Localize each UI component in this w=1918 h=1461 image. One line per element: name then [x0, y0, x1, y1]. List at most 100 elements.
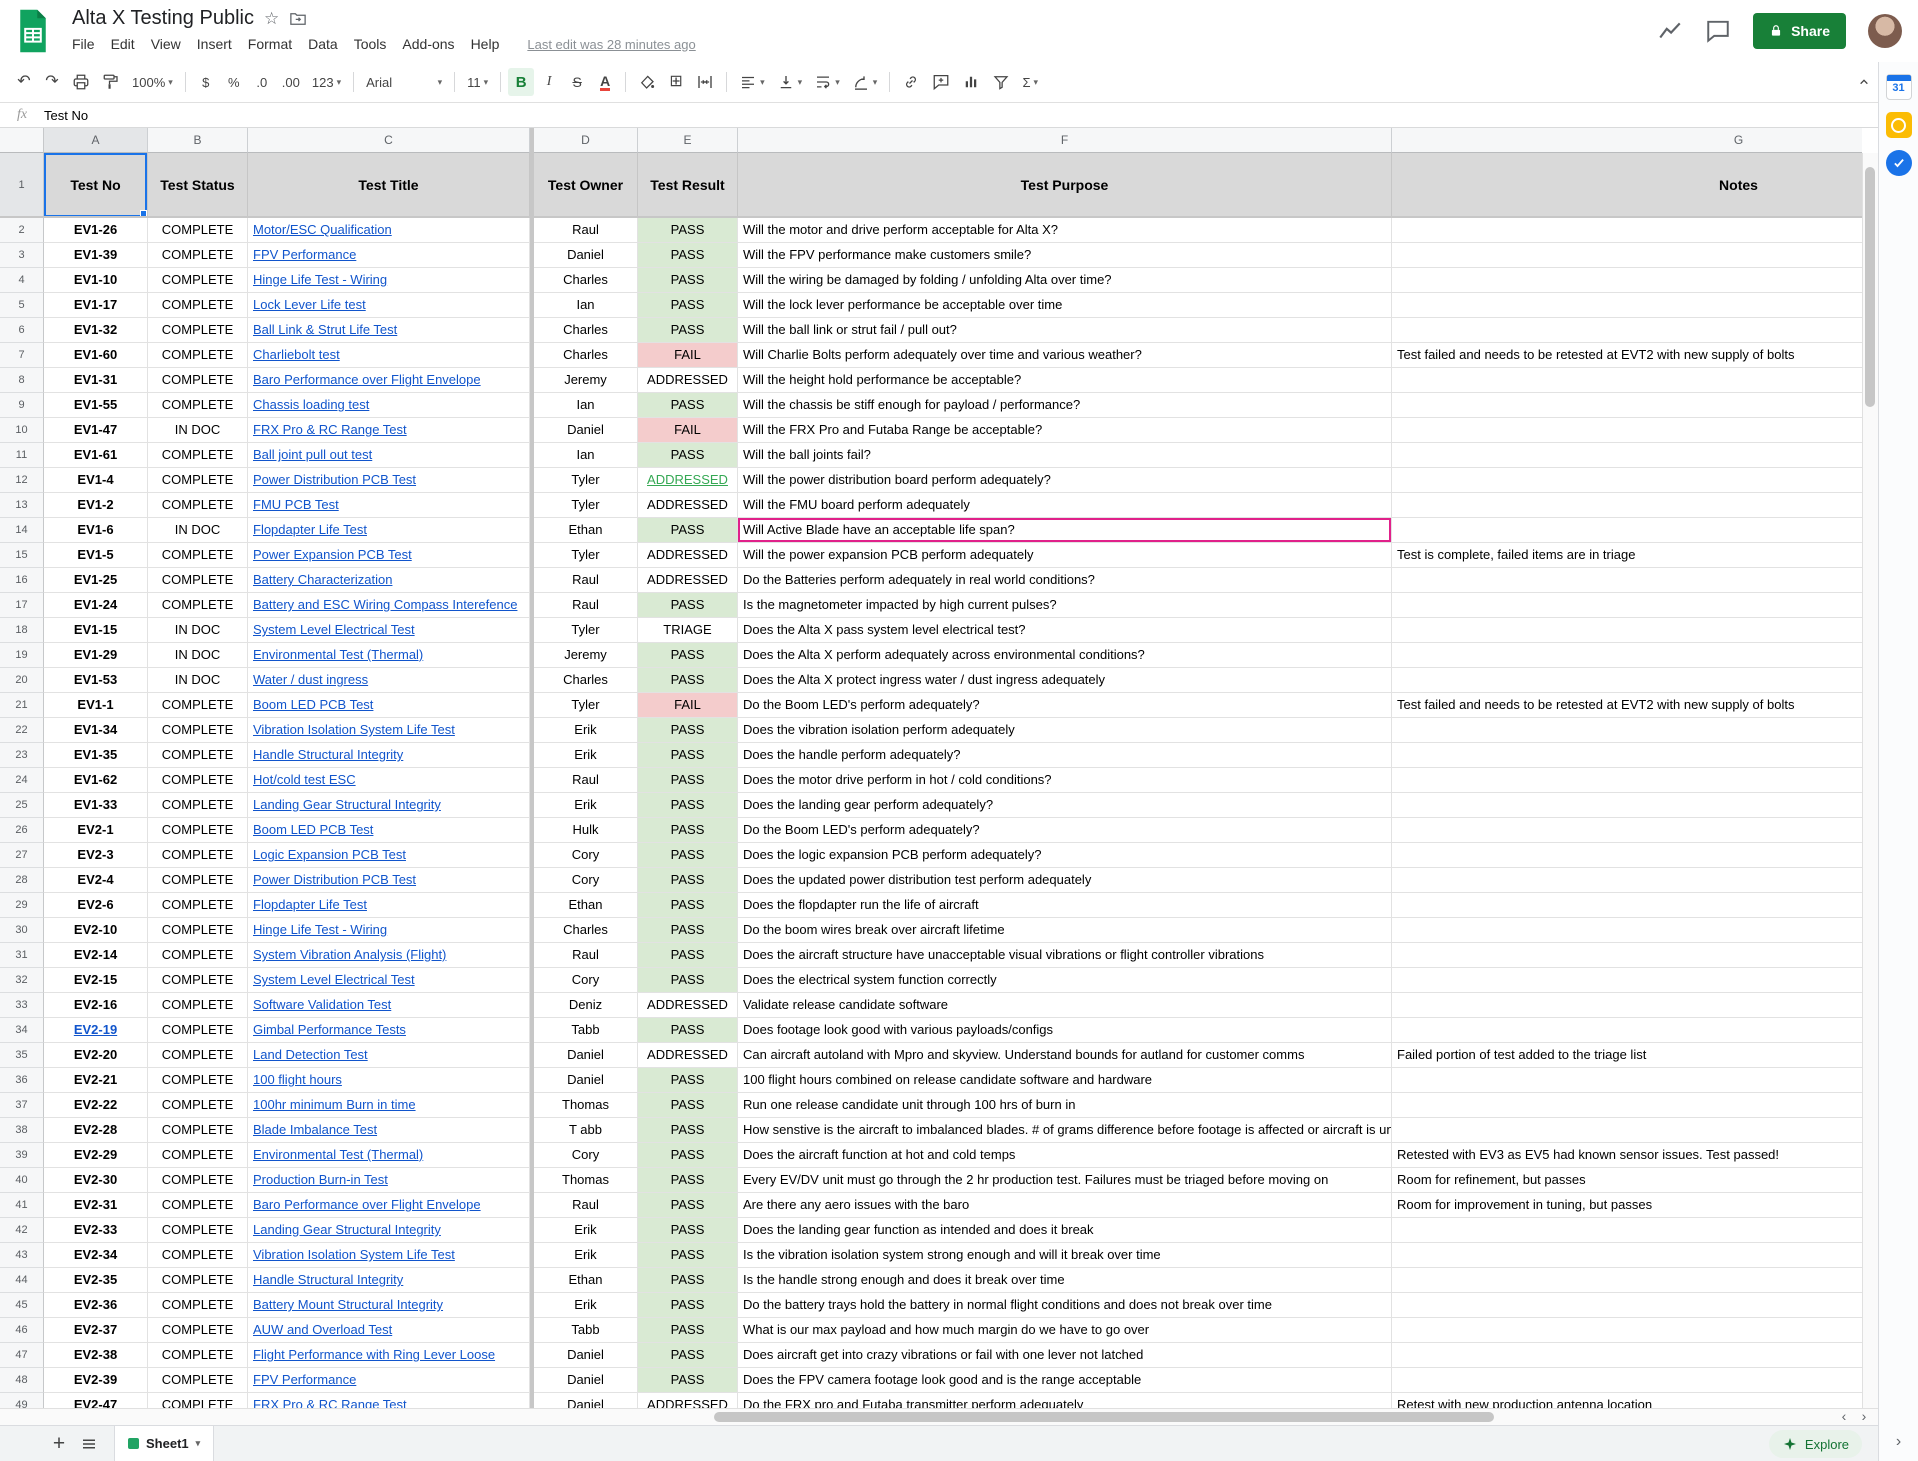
- vertical-scrollbar-thumb[interactable]: [1865, 167, 1875, 407]
- cell-A31[interactable]: EV2-14: [44, 943, 148, 968]
- cell-C31[interactable]: System Vibration Analysis (Flight): [248, 943, 530, 968]
- row-header-37[interactable]: 37: [0, 1093, 44, 1118]
- cell-D38[interactable]: T abb: [534, 1118, 638, 1143]
- cell-E23[interactable]: PASS: [638, 743, 738, 768]
- sheet-tab-sheet1[interactable]: Sheet1 ▾: [114, 1426, 214, 1461]
- comments-icon[interactable]: [1705, 18, 1731, 44]
- test-title-link[interactable]: 100 flight hours: [253, 1072, 342, 1087]
- cell-D34[interactable]: Tabb: [534, 1018, 638, 1043]
- cell-A16[interactable]: EV1-25: [44, 568, 148, 593]
- cell-E24[interactable]: PASS: [638, 768, 738, 793]
- cell-C39[interactable]: Environmental Test (Thermal): [248, 1143, 530, 1168]
- cell-B16[interactable]: COMPLETE: [148, 568, 248, 593]
- test-title-link[interactable]: Vibration Isolation System Life Test: [253, 1247, 455, 1262]
- cell-F43[interactable]: Is the vibration isolation system strong…: [738, 1243, 1392, 1268]
- test-title-link[interactable]: Hot/cold test ESC: [253, 772, 356, 787]
- cell-G46[interactable]: [1392, 1318, 1862, 1343]
- cell-A35[interactable]: EV2-20: [44, 1043, 148, 1068]
- row-header-20[interactable]: 20: [0, 668, 44, 693]
- test-title-link[interactable]: Chassis loading test: [253, 397, 369, 412]
- cell-D45[interactable]: Erik: [534, 1293, 638, 1318]
- test-title-link[interactable]: FMU PCB Test: [253, 497, 339, 512]
- cell-D18[interactable]: Tyler: [534, 618, 638, 643]
- test-title-link[interactable]: 100hr minimum Burn in time: [253, 1097, 416, 1112]
- cell-G32[interactable]: [1392, 968, 1862, 993]
- cell-C32[interactable]: System Level Electrical Test: [248, 968, 530, 993]
- row-header-17[interactable]: 17: [0, 593, 44, 618]
- insert-comment-button[interactable]: [927, 68, 955, 96]
- cell-C35[interactable]: Land Detection Test: [248, 1043, 530, 1068]
- cell-A39[interactable]: EV2-29: [44, 1143, 148, 1168]
- cell-G42[interactable]: [1392, 1218, 1862, 1243]
- cell-F49[interactable]: Do the FRX pro and Futaba transmitter pe…: [738, 1393, 1392, 1408]
- row-header-33[interactable]: 33: [0, 993, 44, 1018]
- test-title-link[interactable]: Battery and ESC Wiring Compass Interefen…: [253, 597, 517, 612]
- cell-C4[interactable]: Hinge Life Test - Wiring: [248, 268, 530, 293]
- cell-B19[interactable]: IN DOC: [148, 643, 248, 668]
- row-header-22[interactable]: 22: [0, 718, 44, 743]
- test-title-link[interactable]: Battery Characterization: [253, 572, 392, 587]
- cell-D25[interactable]: Erik: [534, 793, 638, 818]
- cell-G20[interactable]: [1392, 668, 1862, 693]
- cell-G45[interactable]: [1392, 1293, 1862, 1318]
- cell-E22[interactable]: PASS: [638, 718, 738, 743]
- row-header-11[interactable]: 11: [0, 443, 44, 468]
- cell-E43[interactable]: PASS: [638, 1243, 738, 1268]
- row-header-28[interactable]: 28: [0, 868, 44, 893]
- cell-A45[interactable]: EV2-36: [44, 1293, 148, 1318]
- row-header-25[interactable]: 25: [0, 793, 44, 818]
- cell-F9[interactable]: Will the chassis be stiff enough for pay…: [738, 393, 1392, 418]
- cell-D47[interactable]: Daniel: [534, 1343, 638, 1368]
- cell-G18[interactable]: [1392, 618, 1862, 643]
- test-title-link[interactable]: AUW and Overload Test: [253, 1322, 392, 1337]
- cell-B18[interactable]: IN DOC: [148, 618, 248, 643]
- cell-C26[interactable]: Boom LED PCB Test: [248, 818, 530, 843]
- select-all-corner[interactable]: [0, 128, 44, 153]
- cell-G37[interactable]: [1392, 1093, 1862, 1118]
- cell-E26[interactable]: PASS: [638, 818, 738, 843]
- cell-C6[interactable]: Ball Link & Strut Life Test: [248, 318, 530, 343]
- row-header-7[interactable]: 7: [0, 343, 44, 368]
- cell-C18[interactable]: System Level Electrical Test: [248, 618, 530, 643]
- row-header-27[interactable]: 27: [0, 843, 44, 868]
- test-title-link[interactable]: Environmental Test (Thermal): [253, 1147, 423, 1162]
- cell-A34[interactable]: EV2-19: [44, 1018, 148, 1043]
- test-title-link[interactable]: Baro Performance over Flight Envelope: [253, 372, 481, 387]
- cell-D48[interactable]: Daniel: [534, 1368, 638, 1393]
- test-result-link[interactable]: ADDRESSED: [647, 472, 728, 487]
- cell-D3[interactable]: Daniel: [534, 243, 638, 268]
- cell-F3[interactable]: Will the FPV performance make customers …: [738, 243, 1392, 268]
- cell-G23[interactable]: [1392, 743, 1862, 768]
- cell-B21[interactable]: COMPLETE: [148, 693, 248, 718]
- cell-D39[interactable]: Cory: [534, 1143, 638, 1168]
- cell-A30[interactable]: EV2-10: [44, 918, 148, 943]
- frozen-columns-divider[interactable]: [530, 128, 534, 1408]
- cell-G21[interactable]: Test failed and needs to be retested at …: [1392, 693, 1862, 718]
- test-title-link[interactable]: System Level Electrical Test: [253, 622, 415, 637]
- cell-D20[interactable]: Charles: [534, 668, 638, 693]
- cell-C16[interactable]: Battery Characterization: [248, 568, 530, 593]
- cell-F25[interactable]: Does the landing gear perform adequately…: [738, 793, 1392, 818]
- cell-D43[interactable]: Erik: [534, 1243, 638, 1268]
- cell-A9[interactable]: EV1-55: [44, 393, 148, 418]
- cell-E19[interactable]: PASS: [638, 643, 738, 668]
- paint-format-button[interactable]: [97, 68, 125, 96]
- test-title-link[interactable]: Blade Imbalance Test: [253, 1122, 377, 1137]
- cell-F10[interactable]: Will the FRX Pro and Futaba Range be acc…: [738, 418, 1392, 443]
- row-header-48[interactable]: 48: [0, 1368, 44, 1393]
- cell-C47[interactable]: Flight Performance with Ring Lever Loose: [248, 1343, 530, 1368]
- cell-E49[interactable]: ADDRESSED: [638, 1393, 738, 1408]
- cell-F6[interactable]: Will the ball link or strut fail / pull …: [738, 318, 1392, 343]
- cell-B36[interactable]: COMPLETE: [148, 1068, 248, 1093]
- cell-C42[interactable]: Landing Gear Structural Integrity: [248, 1218, 530, 1243]
- test-title-link[interactable]: Handle Structural Integrity: [253, 747, 403, 762]
- sheets-logo-icon[interactable]: [16, 8, 50, 54]
- cell-A15[interactable]: EV1-5: [44, 543, 148, 568]
- cell-E10[interactable]: FAIL: [638, 418, 738, 443]
- cell-G47[interactable]: [1392, 1343, 1862, 1368]
- cell-G22[interactable]: [1392, 718, 1862, 743]
- column-header-G[interactable]: G: [1392, 128, 1862, 153]
- number-format-button[interactable]: 123▾: [307, 68, 346, 96]
- cell-D21[interactable]: Tyler: [534, 693, 638, 718]
- cell-E47[interactable]: PASS: [638, 1343, 738, 1368]
